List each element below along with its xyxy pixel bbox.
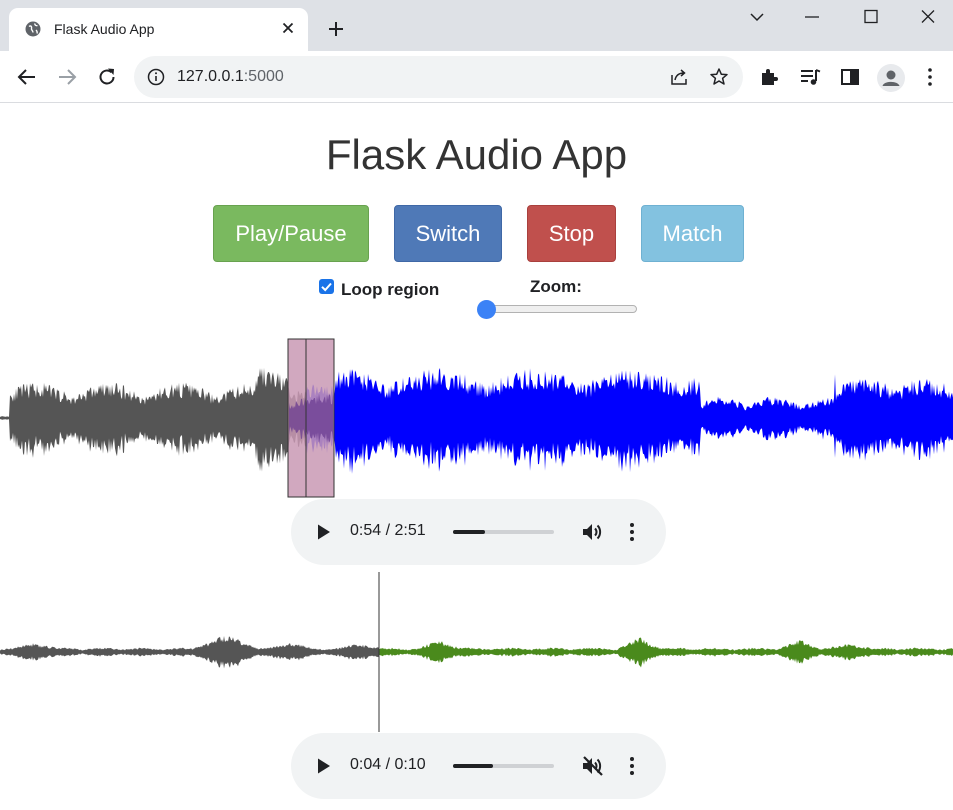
waveform-main-unplayed xyxy=(306,368,953,474)
switch-button[interactable]: Switch xyxy=(394,205,502,262)
close-window-icon[interactable] xyxy=(916,6,940,28)
waveform-main[interactable] xyxy=(0,338,953,498)
zoom-slider[interactable] xyxy=(478,305,637,313)
chevron-down-icon[interactable] xyxy=(745,6,769,28)
page-title: Flask Audio App xyxy=(325,131,628,178)
info-icon[interactable] xyxy=(147,68,165,86)
url-host: 127.0.0.1 xyxy=(177,68,244,85)
extensions-puzzle-icon[interactable] xyxy=(759,66,781,88)
side-panel-icon[interactable] xyxy=(839,66,861,88)
globe-icon xyxy=(25,21,41,37)
volume-muted-icon[interactable] xyxy=(581,755,605,777)
waveform-secondary-unplayed xyxy=(379,637,953,668)
minimize-icon[interactable] xyxy=(800,6,824,28)
more-options-icon[interactable] xyxy=(628,756,636,776)
checkmark-icon xyxy=(321,282,332,292)
match-button[interactable]: Match xyxy=(641,205,744,262)
audio-player-secondary[interactable]: 0:04 / 0:10 xyxy=(291,733,666,799)
audio-player-main[interactable]: 0:54 / 2:51 xyxy=(291,499,666,565)
waveform-secondary-played xyxy=(0,636,379,669)
zoom-slider-thumb[interactable] xyxy=(477,300,496,319)
audio-time: 0:54 / 2:51 xyxy=(350,522,426,539)
new-tab-icon[interactable] xyxy=(326,19,346,39)
loop-region-label: Loop region xyxy=(341,280,440,299)
maximize-icon[interactable] xyxy=(859,6,883,28)
address-bar[interactable]: 127.0.0.1:5000 xyxy=(134,56,743,98)
audio-progress-bar[interactable] xyxy=(453,764,554,768)
play-pause-button[interactable]: Play/Pause xyxy=(213,205,369,262)
play-icon[interactable] xyxy=(316,757,332,775)
waveform-main-played xyxy=(0,367,306,472)
play-icon[interactable] xyxy=(316,523,332,541)
browser-toolbar: 127.0.0.1:5000 xyxy=(0,51,953,103)
person-icon xyxy=(882,70,900,86)
loop-region-checkbox[interactable] xyxy=(319,279,334,294)
close-icon[interactable] xyxy=(279,19,297,37)
share-icon[interactable] xyxy=(669,67,689,87)
volume-icon[interactable] xyxy=(581,521,605,543)
back-arrow-icon[interactable] xyxy=(16,66,38,88)
tab-title: Flask Audio App xyxy=(54,21,155,37)
reload-icon[interactable] xyxy=(96,66,118,88)
forward-arrow-icon[interactable] xyxy=(56,66,78,88)
url-port: :5000 xyxy=(243,68,284,85)
audio-progress-fill xyxy=(453,530,486,534)
waveform-secondary[interactable] xyxy=(0,572,953,732)
audio-progress-bar[interactable] xyxy=(453,530,554,534)
url-text: 127.0.0.1:5000 xyxy=(177,68,284,86)
zoom-label: Zoom: xyxy=(530,277,582,296)
stop-button[interactable]: Stop xyxy=(527,205,616,262)
bookmark-star-icon[interactable] xyxy=(709,67,729,87)
browser-tab[interactable]: Flask Audio App xyxy=(9,8,308,51)
more-options-icon[interactable] xyxy=(628,522,636,542)
audio-progress-fill xyxy=(453,764,494,768)
more-vertical-icon[interactable] xyxy=(919,66,941,88)
media-queue-icon[interactable] xyxy=(799,66,821,88)
profile-avatar[interactable] xyxy=(877,64,905,92)
audio-time: 0:04 / 0:10 xyxy=(350,756,426,773)
tab-bar: Flask Audio App xyxy=(0,0,953,51)
